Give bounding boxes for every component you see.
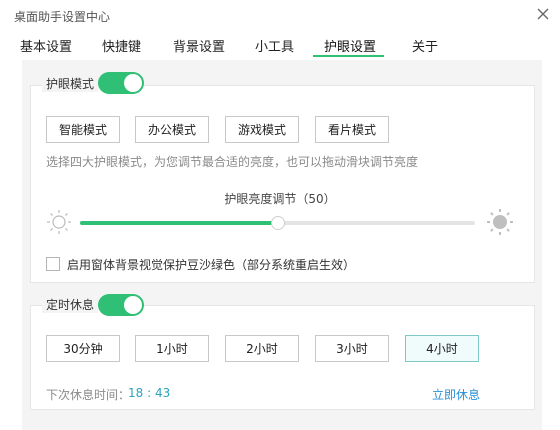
close-button[interactable]: [533, 4, 553, 24]
tab-widgets[interactable]: 小工具: [255, 36, 294, 55]
rest-3h-button[interactable]: 3小时: [315, 335, 389, 362]
active-tab-indicator: [313, 55, 384, 57]
dim-sun-icon: [47, 210, 71, 234]
brightness-label: 护眼亮度调节（50）: [224, 192, 336, 206]
brightness-slider[interactable]: [80, 216, 475, 230]
green-background-label: 启用窗体背景视觉保护豆沙绿色（部分系统重启生效）: [67, 258, 356, 272]
eye-mode-description: 选择四大护眼模式，为您调节最合适的亮度，也可以拖动滑块调节亮度: [46, 155, 419, 169]
bright-sun-icon: [487, 209, 513, 235]
eye-protection-panel: [30, 85, 535, 283]
rest-1h-button[interactable]: 1小时: [135, 335, 209, 362]
tab-about[interactable]: 关于: [412, 36, 438, 55]
tab-eye-protection[interactable]: 护眼设置: [324, 36, 376, 55]
title-bar: 桌面助手设置中心: [0, 0, 560, 30]
settings-window: 桌面助手设置中心 基本设置 快捷键 背景设置 小工具 护眼设置 关于 护眼模式 …: [0, 0, 560, 430]
tab-bar: 基本设置 快捷键 背景设置 小工具 护眼设置 关于: [0, 30, 560, 60]
toggle-knob: [124, 74, 142, 92]
mode-office-button[interactable]: 办公模式: [135, 116, 209, 143]
tab-basic[interactable]: 基本设置: [20, 36, 72, 55]
brightness-slider-fill: [80, 221, 278, 225]
toggle-knob: [124, 296, 142, 314]
mode-smart-button[interactable]: 智能模式: [46, 116, 120, 143]
close-icon: [537, 8, 549, 20]
window-title: 桌面助手设置中心: [14, 10, 111, 24]
next-rest-time: 18 : 43: [128, 386, 171, 400]
rest-30min-button[interactable]: 30分钟: [46, 335, 120, 362]
eye-mode-label: 护眼模式: [42, 75, 99, 92]
rest-timer-toggle[interactable]: [98, 294, 144, 316]
mode-movie-button[interactable]: 看片模式: [315, 116, 389, 143]
tab-background[interactable]: 背景设置: [173, 36, 225, 55]
brightness-slider-thumb[interactable]: [270, 216, 285, 230]
rest-now-link[interactable]: 立即休息: [432, 386, 480, 403]
tab-shortcuts[interactable]: 快捷键: [102, 36, 141, 55]
mode-game-button[interactable]: 游戏模式: [225, 116, 299, 143]
green-background-checkbox[interactable]: [46, 257, 60, 271]
rest-4h-button[interactable]: 4小时: [405, 335, 479, 362]
next-rest-label: 下次休息时间：: [46, 388, 131, 402]
eye-mode-toggle[interactable]: [98, 72, 144, 94]
rest-2h-button[interactable]: 2小时: [225, 335, 299, 362]
rest-timer-label: 定时休息: [42, 296, 99, 313]
